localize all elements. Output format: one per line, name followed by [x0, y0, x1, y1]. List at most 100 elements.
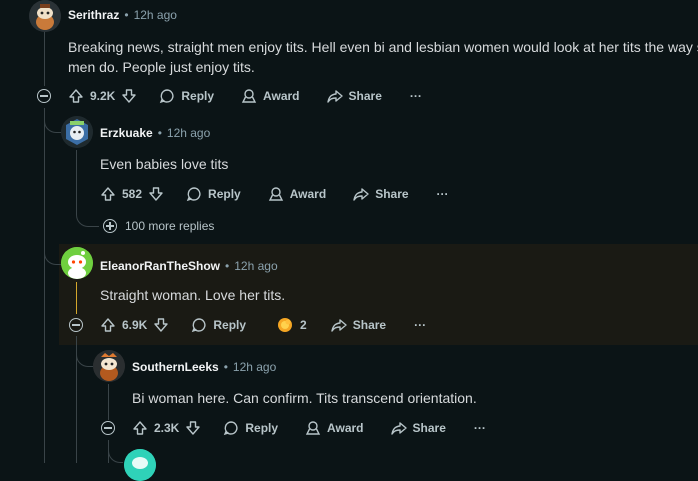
award-button[interactable]: Award — [268, 186, 326, 202]
user-avatar[interactable] — [29, 0, 61, 32]
reply-label: Reply — [181, 89, 215, 103]
share-label: Share — [375, 187, 409, 201]
reply-label: Reply — [208, 187, 241, 201]
share-icon — [331, 319, 347, 332]
reply-button[interactable]: Reply — [186, 186, 241, 202]
more-icon: ··· — [414, 318, 427, 332]
vote-score: 2.3K — [154, 421, 180, 435]
comment-body: Bi woman here. Can confirm. Tits transce… — [132, 390, 477, 406]
reply-label: Reply — [213, 318, 247, 332]
upvote-icon[interactable] — [100, 186, 116, 202]
comment-body: Straight woman. Love her tits. — [100, 287, 286, 303]
username[interactable]: EleanorRanTheShow — [100, 259, 220, 273]
collapse-button[interactable] — [101, 421, 115, 435]
award-button[interactable]: Award — [305, 420, 364, 436]
award-button[interactable]: Award — [241, 88, 300, 104]
vote-score: 6.9K — [122, 318, 148, 332]
thread-line — [44, 108, 45, 463]
timestamp[interactable]: 12h ago — [233, 360, 276, 374]
snoo-avatar-icon — [61, 247, 93, 279]
downvote-icon[interactable] — [185, 420, 201, 436]
snoo-avatar-icon — [93, 350, 125, 382]
thread-connector — [76, 208, 99, 227]
more-icon: ··· — [436, 187, 449, 201]
share-button[interactable]: Share — [331, 317, 386, 333]
separator-dot: • — [157, 126, 162, 140]
vote-score: 582 — [122, 187, 143, 201]
more-options-button[interactable]: ··· — [414, 318, 426, 332]
snoo-avatar-icon — [124, 449, 156, 481]
upvote-icon[interactable] — [68, 88, 84, 104]
downvote-icon[interactable] — [121, 88, 137, 104]
thread-connector — [44, 240, 61, 265]
award-icon — [305, 421, 321, 435]
award-icon — [241, 89, 257, 103]
collapse-button[interactable] — [37, 89, 51, 103]
reply-button[interactable]: Reply — [191, 317, 246, 333]
share-button[interactable]: Share — [390, 420, 446, 436]
vote-score: 9.2K — [90, 89, 116, 103]
thread-connector — [76, 344, 93, 367]
share-icon — [326, 90, 343, 103]
comment-actions: 2.3K Reply Award Share ··· — [132, 418, 486, 438]
more-options-button[interactable]: ··· — [437, 187, 449, 201]
thread-line-highlight — [76, 282, 77, 314]
award-label: Award — [263, 89, 300, 103]
share-icon — [353, 188, 369, 201]
comment-meta: SouthernLeeks • 12h ago — [132, 360, 276, 374]
comment-actions: 6.9K Reply 2 Share ··· — [100, 315, 426, 335]
snoo-avatar-icon — [29, 0, 61, 32]
reply-button[interactable]: Reply — [159, 88, 214, 104]
collapse-button[interactable] — [69, 318, 83, 332]
share-label: Share — [348, 89, 382, 103]
comment-icon — [186, 187, 201, 202]
more-options-button[interactable]: ··· — [410, 89, 422, 103]
comment-icon — [160, 89, 174, 104]
more-icon: ··· — [409, 89, 422, 103]
user-avatar[interactable] — [61, 116, 93, 148]
thread-connector — [108, 440, 123, 463]
user-avatar[interactable] — [93, 350, 125, 382]
thread-line — [76, 150, 77, 210]
thread-line — [44, 32, 45, 86]
username[interactable]: SouthernLeeks — [132, 360, 219, 374]
comment-actions: 9.2K Reply Award Share ··· — [68, 86, 422, 106]
share-button[interactable]: Share — [326, 88, 382, 104]
award-label: Award — [327, 421, 364, 435]
award-icon — [268, 187, 283, 201]
upvote-icon[interactable] — [100, 317, 116, 333]
downvote-icon[interactable] — [153, 317, 169, 333]
more-replies-label: 100 more replies — [125, 219, 215, 233]
comment-icon — [224, 421, 238, 436]
share-label: Share — [352, 318, 387, 332]
username[interactable]: Erzkuake — [100, 126, 153, 140]
separator-dot: • — [124, 8, 129, 22]
username[interactable]: Serithraz — [68, 8, 119, 22]
share-button[interactable]: Share — [353, 186, 409, 202]
more-replies-button[interactable]: 100 more replies — [103, 219, 214, 233]
gold-award-icon — [278, 318, 293, 332]
comment-meta: Serithraz • 12h ago — [68, 8, 177, 22]
reply-button[interactable]: Reply — [223, 420, 278, 436]
vote-group: 9.2K — [68, 88, 137, 104]
share-label: Share — [412, 421, 446, 435]
vote-group: 582 — [100, 186, 164, 202]
timestamp[interactable]: 12h ago — [167, 126, 210, 140]
more-icon: ··· — [473, 421, 486, 435]
user-avatar[interactable] — [61, 247, 93, 279]
comment-body: Even babies love tits — [100, 156, 229, 172]
expand-plus-icon — [103, 219, 117, 233]
more-options-button[interactable]: ··· — [474, 421, 486, 435]
upvote-icon[interactable] — [132, 420, 148, 436]
award-count: 2 — [300, 318, 307, 332]
award-button[interactable]: 2 — [276, 316, 307, 334]
comment-icon — [192, 318, 206, 333]
comment-meta: EleanorRanTheShow • 12h ago — [100, 259, 278, 273]
comment-body: Breaking news, straight men enjoy tits. … — [68, 39, 698, 75]
timestamp[interactable]: 12h ago — [134, 8, 177, 22]
timestamp[interactable]: 12h ago — [234, 259, 277, 273]
thread-line — [108, 384, 109, 420]
user-avatar[interactable] — [124, 449, 156, 481]
downvote-icon[interactable] — [148, 186, 164, 202]
separator-dot: • — [225, 259, 230, 273]
